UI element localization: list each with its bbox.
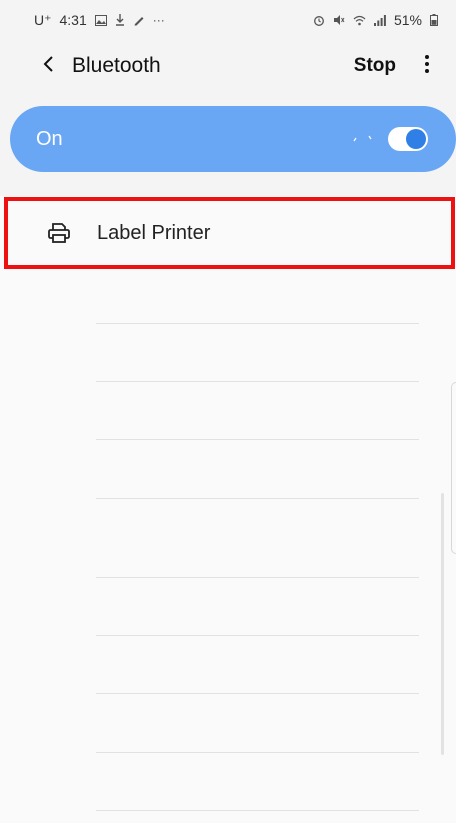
toggle-state-label: On — [36, 127, 63, 150]
kebab-menu-icon — [425, 54, 429, 78]
list-divider — [96, 439, 419, 440]
alarm-icon — [313, 14, 325, 26]
list-divider — [96, 810, 419, 811]
device-list: Label Printer — [0, 196, 456, 823]
scrollbar[interactable] — [441, 493, 444, 755]
status-bar: U⁺ 4:31 ··· 51% — [0, 0, 456, 40]
pen-icon — [133, 14, 145, 26]
status-right: 51% — [313, 12, 438, 28]
mute-icon — [333, 14, 345, 26]
list-divider — [96, 323, 419, 324]
scanning-spinner-icon — [352, 130, 374, 148]
list-divider — [96, 577, 419, 578]
clock: 4:31 — [59, 12, 87, 28]
app-bar: Bluetooth Stop — [0, 40, 456, 92]
highlight-box — [4, 197, 455, 269]
more-notifications-icon: ··· — [152, 13, 165, 27]
page-title: Bluetooth — [72, 54, 161, 77]
toggle-controls — [352, 127, 428, 151]
download-icon — [115, 14, 125, 26]
list-divider — [96, 498, 419, 499]
list-divider — [96, 752, 419, 753]
switch-knob — [406, 129, 426, 149]
edge-panel-handle[interactable] — [451, 382, 456, 554]
wifi-icon — [353, 15, 366, 26]
list-divider — [96, 635, 419, 636]
carrier-label: U⁺ — [34, 11, 52, 28]
bluetooth-toggle-bar[interactable]: On — [10, 106, 456, 172]
stop-button[interactable]: Stop — [354, 55, 396, 77]
list-divider — [96, 381, 419, 382]
image-icon — [94, 14, 107, 26]
back-button[interactable] — [34, 52, 62, 80]
chevron-left-icon — [42, 55, 54, 78]
list-divider — [96, 693, 419, 694]
bluetooth-switch[interactable] — [388, 127, 428, 151]
battery-icon — [430, 14, 438, 26]
signal-icon — [373, 14, 386, 26]
more-options-button[interactable] — [416, 52, 438, 80]
battery-percent: 51% — [393, 12, 422, 28]
status-left: U⁺ 4:31 ··· — [34, 12, 165, 29]
